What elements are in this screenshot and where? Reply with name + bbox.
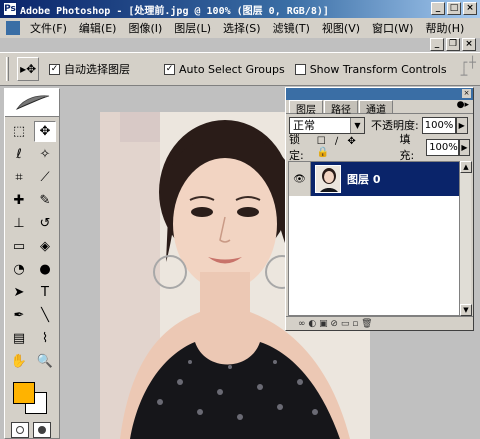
window-maximize-button[interactable]: □ xyxy=(447,2,461,15)
menu-help[interactable]: 帮助(H) xyxy=(419,20,470,36)
title-bar: Ps Adobe Photoshop - [处理前.jpg @ 100% (图层… xyxy=(0,0,480,18)
menu-layer[interactable]: 图层(L) xyxy=(168,20,217,36)
align-icons[interactable]: ┌┼ ┴ xyxy=(461,56,480,82)
menu-select[interactable]: 选择(S) xyxy=(217,20,267,36)
crop-tool[interactable]: ⌗ xyxy=(8,167,30,188)
type-tool[interactable]: T xyxy=(34,282,56,303)
layer-list-scrollbar[interactable]: ▲ ▼ xyxy=(459,161,472,316)
blend-mode-select[interactable]: 正常 ▼ xyxy=(289,116,365,134)
blur-tool[interactable]: ◔ xyxy=(8,259,30,280)
fill-label: 填充: xyxy=(399,133,415,162)
notes-tool[interactable]: ▤ xyxy=(8,328,30,349)
layer-row[interactable]: 👁 图层 0 xyxy=(289,162,460,196)
panel-menu-icon[interactable]: ●▸ xyxy=(457,100,469,113)
photoshop-app-icon[interactable]: Ps xyxy=(3,2,17,16)
blend-mode-value: 正常 xyxy=(293,119,315,132)
menu-image[interactable]: 图像(I) xyxy=(122,20,168,36)
auto-select-layer-option[interactable]: ✓ 自动选择图层 xyxy=(49,61,130,77)
dodge-tool[interactable]: ● xyxy=(34,259,56,280)
scroll-down-icon[interactable]: ▼ xyxy=(460,304,472,316)
panel-close-button[interactable]: × xyxy=(462,89,471,98)
eraser-tool[interactable]: ▭ xyxy=(8,236,30,257)
layer-name[interactable]: 图层 0 xyxy=(347,171,380,187)
document-restore-button[interactable]: ❐ xyxy=(446,38,460,51)
clone-stamp-tool[interactable]: ⊥ xyxy=(8,213,30,234)
toolbox: ⬚ ✥ ℓ ✧ ⌗ ⟋ ✚ ✎ ⊥ ↺ ▭ ◈ ◔ ● ➤ T ✒ ╲ ▤ ⌇ ✋ 🔍 xyxy=(4,88,60,439)
options-bar-grip[interactable] xyxy=(6,57,10,81)
document-close-button[interactable]: × xyxy=(462,38,476,51)
paint-bucket-tool[interactable]: ◈ xyxy=(34,236,56,257)
tab-paths[interactable]: 路径 xyxy=(324,100,358,116)
foreground-color-swatch[interactable] xyxy=(13,382,35,404)
magic-wand-tool[interactable]: ✧ xyxy=(34,144,56,165)
menu-view[interactable]: 视图(V) xyxy=(316,20,366,36)
auto-select-layer-label: 自动选择图层 xyxy=(64,63,131,76)
move-tool[interactable]: ✥ xyxy=(34,121,56,142)
window-close-button[interactable]: × xyxy=(463,2,477,15)
tool-preset-picker[interactable]: ▸✥ xyxy=(17,57,40,81)
standard-mode-button[interactable] xyxy=(11,422,29,438)
tool-grid: ⬚ ✥ ℓ ✧ ⌗ ⟋ ✚ ✎ ⊥ ↺ ▭ ◈ ◔ ● ➤ T ✒ ╲ ▤ ⌇ ✋ 🔍 xyxy=(5,117,59,376)
document-menu-icon[interactable] xyxy=(6,21,20,35)
document-minimize-button[interactable]: _ xyxy=(430,38,444,51)
slice-tool[interactable]: ⟋ xyxy=(34,167,56,188)
pen-tool[interactable]: ✒ xyxy=(8,305,30,326)
show-transform-option[interactable]: Show Transform Controls xyxy=(294,62,447,76)
auto-select-groups-option[interactable]: ✓ Auto Select Groups xyxy=(164,63,285,76)
lock-label: 锁定: xyxy=(289,133,304,162)
opacity-input[interactable]: 100% xyxy=(421,116,456,134)
show-transform-checkbox[interactable] xyxy=(294,63,306,75)
line-tool[interactable]: ╲ xyxy=(34,305,56,326)
hand-tool[interactable]: ✋ xyxy=(8,351,30,372)
show-transform-label: Show Transform Controls xyxy=(309,62,447,76)
menu-filter[interactable]: 滤镜(T) xyxy=(267,20,316,36)
window-title: Adobe Photoshop - [处理前.jpg @ 100% (图层 0,… xyxy=(20,5,329,17)
menu-edit[interactable]: 编辑(E) xyxy=(73,20,123,36)
auto-select-layer-checkbox[interactable]: ✓ xyxy=(49,63,61,75)
panel-tabs: 图层 路径 通道 ●▸ xyxy=(286,100,473,116)
brush-tool[interactable]: ✎ xyxy=(34,190,56,211)
tab-channels[interactable]: 通道 xyxy=(359,100,393,116)
eye-icon[interactable]: 👁 xyxy=(289,162,311,196)
feather-icon xyxy=(15,95,50,111)
menu-window[interactable]: 窗口(W) xyxy=(366,20,419,36)
layers-panel-titlebar[interactable]: × xyxy=(286,88,473,100)
window-minimize-button[interactable]: _ xyxy=(431,2,445,15)
layer-thumbnail xyxy=(315,165,341,193)
quick-mask-mode-button[interactable] xyxy=(33,422,51,438)
color-swatches xyxy=(5,378,59,418)
toolbox-header[interactable] xyxy=(5,89,59,117)
zoom-tool[interactable]: 🔍 xyxy=(34,351,56,372)
marquee-tool[interactable]: ⬚ xyxy=(8,121,30,142)
auto-select-groups-checkbox[interactable]: ✓ xyxy=(164,63,176,75)
opacity-slider-arrow-icon[interactable]: ▶ xyxy=(455,116,468,134)
menu-file[interactable]: 文件(F) xyxy=(24,20,73,36)
path-selection-tool[interactable]: ➤ xyxy=(8,282,30,303)
options-bar: ▸✥ ✓ 自动选择图层 ✓ Auto Select Groups Show Tr… xyxy=(0,52,480,86)
auto-select-groups-label: Auto Select Groups xyxy=(179,62,285,76)
tab-layers[interactable]: 图层 xyxy=(289,100,323,116)
fill-slider-arrow-icon[interactable]: ▶ xyxy=(458,138,470,156)
eyedropper-tool[interactable]: ⌇ xyxy=(34,328,56,349)
fill-input[interactable]: 100% xyxy=(426,138,459,156)
menu-bar: 文件(F) 编辑(E) 图像(I) 图层(L) 选择(S) 滤镜(T) 视图(V… xyxy=(0,18,480,38)
lock-icons[interactable]: ☐ ∕ ✥ 🔒 xyxy=(317,136,376,158)
healing-brush-tool[interactable]: ✚ xyxy=(8,190,30,211)
chevron-down-icon[interactable]: ▼ xyxy=(350,117,364,133)
history-brush-tool[interactable]: ↺ xyxy=(34,213,56,234)
lasso-tool[interactable]: ℓ xyxy=(8,144,30,165)
layers-panel: × 图层 路径 通道 ●▸ 正常 ▼ 不透明度: 100% ▶ 锁定: ☐ ∕ … xyxy=(285,87,474,331)
layer-list: 👁 图层 0 xyxy=(288,161,461,316)
scroll-up-icon[interactable]: ▲ xyxy=(460,161,472,173)
layers-panel-footer[interactable]: ∞ ◐ ▣ ⊘ ▭ ▫ 🗑 xyxy=(286,316,473,330)
